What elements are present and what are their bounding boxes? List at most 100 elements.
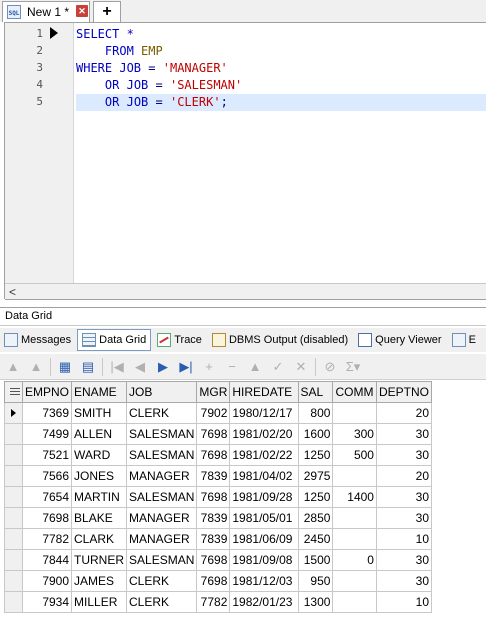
table-cell[interactable]: 1982/01/23: [229, 591, 299, 613]
post-edit-icon[interactable]: ✓: [269, 358, 287, 376]
table-cell[interactable]: CLARK: [71, 528, 128, 550]
table-row[interactable]: 7844 TURNER SALESMAN 7698 1981/09/08 1500 0 30: [4, 549, 433, 571]
select-all-corner[interactable]: [4, 381, 23, 403]
table-cell[interactable]: SALESMAN: [126, 549, 198, 571]
table-cell[interactable]: 2450: [297, 528, 334, 550]
table-cell[interactable]: 30: [375, 570, 433, 592]
column-header[interactable]: EMPNO: [21, 381, 73, 403]
table-cell[interactable]: MANAGER: [126, 507, 198, 529]
cancel-edit-icon[interactable]: ✕: [292, 358, 310, 376]
table-cell[interactable]: 7844: [21, 549, 73, 571]
table-cell[interactable]: 7782: [21, 528, 73, 550]
table-cell[interactable]: 7499: [21, 423, 73, 445]
row-indicator[interactable]: [4, 423, 23, 445]
column-header[interactable]: COMM: [332, 381, 377, 403]
table-cell[interactable]: MARTIN: [71, 486, 128, 508]
table-cell[interactable]: 7698: [196, 549, 231, 571]
table-cell[interactable]: 7782: [196, 591, 231, 613]
next-record-icon[interactable]: ▶: [154, 358, 172, 376]
table-row[interactable]: 7521 WARD SALESMAN 7698 1981/02/22 1250 500 30: [4, 444, 433, 466]
tab-messages[interactable]: Messages: [0, 329, 75, 351]
insert-record-icon[interactable]: +: [200, 358, 218, 376]
table-cell[interactable]: 7369: [21, 402, 73, 424]
table-cell[interactable]: 7839: [196, 528, 231, 550]
refresh-icon[interactable]: ▤: [79, 358, 97, 376]
tab-trace[interactable]: Trace: [153, 329, 206, 351]
table-cell[interactable]: 1981/04/02: [229, 465, 299, 487]
last-record-icon[interactable]: ▶|: [177, 358, 195, 376]
table-cell[interactable]: 1981/09/08: [229, 549, 299, 571]
code-line-current[interactable]: OR JOB = 'CLERK';: [76, 94, 486, 111]
table-cell[interactable]: 7839: [196, 465, 231, 487]
table-cell[interactable]: 1250: [297, 444, 334, 466]
tab-query-viewer[interactable]: Query Viewer: [354, 329, 445, 351]
row-indicator[interactable]: [4, 570, 23, 592]
column-header[interactable]: SAL: [297, 381, 334, 403]
new-tab-button[interactable]: +: [93, 1, 121, 22]
table-cell[interactable]: 1400: [332, 486, 377, 508]
table-cell[interactable]: 1981/02/22: [229, 444, 299, 466]
row-indicator[interactable]: [4, 528, 23, 550]
table-cell[interactable]: 7902: [196, 402, 231, 424]
column-header[interactable]: JOB: [126, 381, 198, 403]
close-icon[interactable]: ✕: [76, 5, 88, 17]
table-cell[interactable]: 7934: [21, 591, 73, 613]
table-cell[interactable]: MANAGER: [126, 528, 198, 550]
table-cell[interactable]: 20: [375, 402, 433, 424]
table-cell[interactable]: MILLER: [71, 591, 128, 613]
table-cell[interactable]: 7839: [196, 507, 231, 529]
table-row[interactable]: 7369 SMITH CLERK 7902 1980/12/17 800 20: [4, 402, 433, 424]
row-indicator[interactable]: [4, 444, 23, 466]
row-indicator[interactable]: [4, 549, 23, 571]
prior-record-icon[interactable]: ◀: [131, 358, 149, 376]
table-cell[interactable]: 30: [375, 549, 433, 571]
table-cell[interactable]: 10: [375, 528, 433, 550]
table-cell[interactable]: 1980/12/17: [229, 402, 299, 424]
table-row[interactable]: 7934 MILLER CLERK 7782 1982/01/23 1300 10: [4, 591, 433, 613]
table-row[interactable]: 7566 JONES MANAGER 7839 1981/04/02 2975 20: [4, 465, 433, 487]
table-cell[interactable]: 7698: [196, 570, 231, 592]
horizontal-scrollbar[interactable]: <: [5, 283, 486, 300]
table-cell[interactable]: 30: [375, 486, 433, 508]
tab-data-grid[interactable]: Data Grid: [77, 329, 152, 351]
table-cell[interactable]: 1250: [297, 486, 334, 508]
document-tab-new1[interactable]: SQL New 1 * ✕: [2, 1, 90, 22]
first-record-icon[interactable]: |◀: [108, 358, 126, 376]
table-cell[interactable]: CLERK: [126, 570, 198, 592]
table-cell[interactable]: 20: [375, 465, 433, 487]
table-cell[interactable]: 1500: [297, 549, 334, 571]
table-cell[interactable]: 1981/02/20: [229, 423, 299, 445]
table-cell[interactable]: TURNER: [71, 549, 128, 571]
code-line[interactable]: FROM EMP: [76, 43, 486, 60]
code-area[interactable]: SELECT * FROM EMP WHERE JOB = 'MANAGER' …: [76, 23, 486, 283]
table-cell[interactable]: [332, 465, 377, 487]
table-cell[interactable]: 2850: [297, 507, 334, 529]
table-row[interactable]: 7782 CLARK MANAGER 7839 1981/06/09 2450 10: [4, 528, 433, 550]
tab-dbms-output[interactable]: DBMS Output (disabled): [208, 329, 352, 351]
table-cell[interactable]: 7900: [21, 570, 73, 592]
table-cell[interactable]: [332, 528, 377, 550]
table-cell[interactable]: 300: [332, 423, 377, 445]
column-header[interactable]: HIREDATE: [229, 381, 299, 403]
data-grid[interactable]: EMPNO ENAME JOB MGR HIREDATE SAL COMM DE…: [4, 381, 433, 613]
sum-icon[interactable]: Σ▾: [344, 358, 362, 376]
table-row[interactable]: 7698 BLAKE MANAGER 7839 1981/05/01 2850 30: [4, 507, 433, 529]
table-row[interactable]: 7654 MARTIN SALESMAN 7698 1981/09/28 1250 1400…: [4, 486, 433, 508]
table-cell[interactable]: 30: [375, 444, 433, 466]
sql-editor[interactable]: 1 2 3 4 5 SELECT * FROM EMP WHERE JOB = …: [4, 22, 486, 300]
table-cell[interactable]: [332, 507, 377, 529]
table-cell[interactable]: [332, 591, 377, 613]
row-indicator[interactable]: [4, 465, 23, 487]
table-cell[interactable]: 7566: [21, 465, 73, 487]
table-cell[interactable]: 7698: [196, 486, 231, 508]
table-cell[interactable]: WARD: [71, 444, 128, 466]
code-line[interactable]: OR JOB = 'SALESMAN': [76, 77, 486, 94]
table-cell[interactable]: 7654: [21, 486, 73, 508]
table-cell[interactable]: [332, 570, 377, 592]
delete-record-icon[interactable]: −: [223, 358, 241, 376]
table-cell[interactable]: 1981/12/03: [229, 570, 299, 592]
export-icon[interactable]: ▦: [56, 358, 74, 376]
table-cell[interactable]: 1300: [297, 591, 334, 613]
table-cell[interactable]: [332, 402, 377, 424]
table-cell[interactable]: 2975: [297, 465, 334, 487]
